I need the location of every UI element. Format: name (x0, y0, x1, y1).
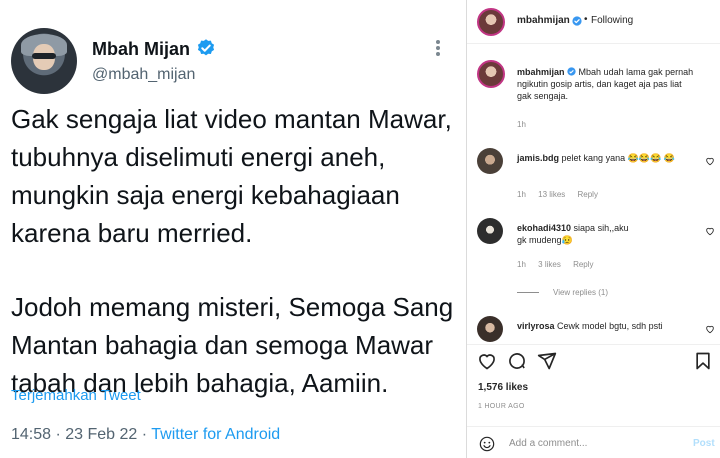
comments-list[interactable]: mbahmijan Mbah udah lama gak pernah ngik… (467, 44, 720, 344)
header-separator: • (584, 14, 588, 25)
verified-badge-icon (572, 16, 582, 26)
comment-text: virlyrosa Cewk model bgtu, sdh psti (517, 320, 697, 332)
bookmark-icon[interactable] (693, 351, 713, 371)
comment-meta: 1h 13 likes Reply (517, 190, 608, 199)
reply-button[interactable]: Reply (578, 190, 598, 199)
comment-avatar[interactable] (477, 218, 503, 244)
header-username[interactable]: mbahmijan (517, 15, 570, 26)
header-avatar[interactable] (477, 8, 505, 36)
view-replies-link[interactable]: View replies (1) (517, 288, 608, 297)
comment-username[interactable]: ekohadi4310 (517, 223, 571, 233)
add-comment-input[interactable] (509, 436, 669, 450)
comment-likes[interactable]: 13 likes (538, 190, 565, 199)
tweet-handle[interactable]: @mbah_mijan (92, 66, 195, 84)
view-replies-label: View replies (1) (553, 288, 608, 297)
more-options-icon[interactable] (431, 38, 445, 60)
tweet-body: Gak sengaja liat video mantan Mawar, tub… (11, 100, 461, 402)
share-icon[interactable] (537, 351, 557, 371)
tweet-source-link[interactable]: Twitter for Android (151, 426, 280, 443)
comment-username[interactable]: virlyrosa (517, 321, 555, 331)
caption-age: 1h (517, 120, 526, 129)
comment-avatar[interactable] (477, 316, 503, 342)
comment-body: pelet kang yana 😂😂😂 😂 (561, 153, 675, 163)
verified-badge-icon (567, 67, 576, 76)
post-button[interactable]: Post (693, 438, 715, 449)
post-actions (467, 344, 720, 374)
post-header: mbahmijan • Following (467, 0, 720, 44)
instagram-panel: mbahmijan • Following mbahmijan Mbah uda… (466, 0, 720, 458)
like-heart-icon[interactable] (477, 351, 497, 371)
add-comment-bar: Post (467, 426, 720, 458)
likes-count[interactable]: 1,576 likes (478, 382, 528, 393)
comment-username[interactable]: jamis.bdg (517, 153, 559, 163)
comment-likes[interactable]: 3 likes (538, 260, 561, 269)
comment-age: 1h (517, 190, 526, 199)
tweet-paragraph-1: Gak sengaja liat video mantan Mawar, tub… (11, 104, 452, 248)
caption-meta: 1h (517, 120, 536, 129)
comment-text: jamis.bdg pelet kang yana 😂😂😂 😂 (517, 152, 697, 164)
tweet-timestamp[interactable]: 14:58 · 23 Feb 22 · (11, 426, 151, 443)
caption-text: mbahmijan Mbah udah lama gak pernah ngik… (517, 66, 697, 102)
caption-avatar[interactable] (477, 60, 505, 88)
heart-icon[interactable] (705, 324, 715, 334)
heart-icon[interactable] (705, 156, 715, 166)
comment-meta: 1h 3 likes Reply (517, 260, 604, 269)
reply-button[interactable]: Reply (573, 260, 593, 269)
heart-icon[interactable] (705, 226, 715, 236)
tweet-paragraph-2: Jodoh memang misteri, Semoga Sang Mantan… (11, 292, 454, 398)
caption-username[interactable]: mbahmijan (517, 67, 565, 77)
comment-text: ekohadi4310 siapa sih,,aku gk mudeng😥 (517, 222, 637, 246)
verified-badge-icon (197, 39, 215, 56)
post-time-ago: 1 HOUR AGO (478, 403, 525, 410)
tweet-meta: 14:58 · 23 Feb 22 · Twitter for Android (11, 426, 280, 444)
tweet-avatar[interactable] (11, 28, 77, 94)
tweet-display-name[interactable]: Mbah Mijan (92, 39, 190, 60)
comment-age: 1h (517, 260, 526, 269)
comment-body: Cewk model bgtu, sdh psti (557, 321, 663, 331)
comment-avatar[interactable] (477, 148, 503, 174)
following-button[interactable]: Following (591, 15, 633, 26)
emoji-icon[interactable] (479, 436, 495, 452)
comment-icon[interactable] (507, 351, 527, 371)
translate-tweet-link[interactable]: Terjemahkan Tweet (11, 387, 141, 404)
tweet-card: Mbah Mijan @mbah_mijan Gak sengaja liat … (0, 0, 466, 458)
